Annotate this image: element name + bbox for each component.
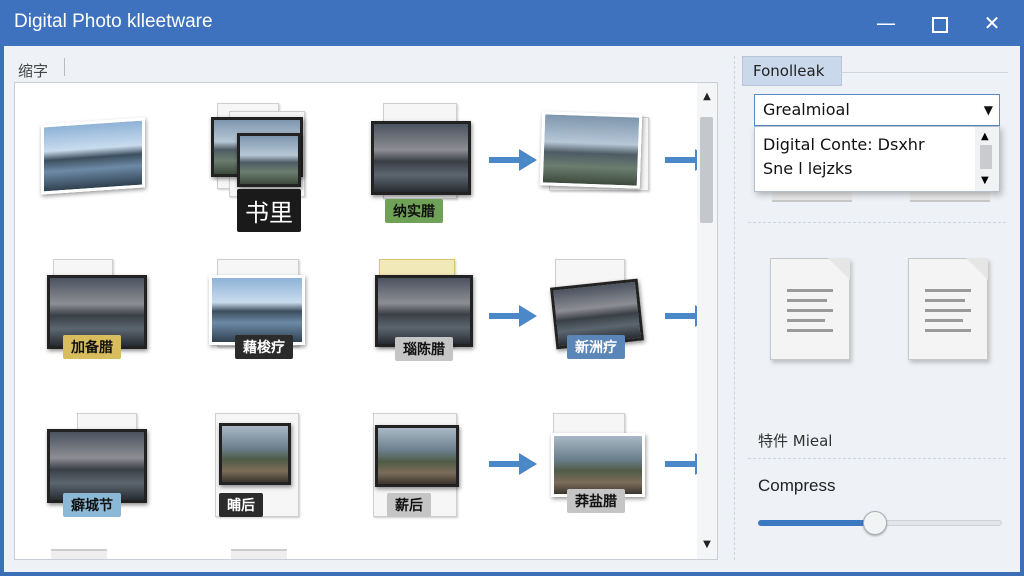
compress-slider-fill xyxy=(758,520,875,526)
photo-image xyxy=(237,133,301,187)
scroll-down-icon[interactable]: ▼ xyxy=(697,535,717,555)
photo-image xyxy=(539,111,643,189)
file-label: 纳实腊 xyxy=(385,199,443,223)
section-divider xyxy=(748,222,1006,223)
flow-arrow-icon xyxy=(489,305,539,327)
thumbnail-item[interactable]: 书里 xyxy=(207,103,311,232)
select-value: Grealmioal xyxy=(763,100,850,119)
main-window: 缩字 书里 纳实腊 加备腊 藉梭疗 瑙陈腊 新洲疗 癖城节 晡后 薪后 莽盐腊 … xyxy=(4,46,1020,572)
dropdown-option[interactable]: Digital Conte: Dsxhr xyxy=(763,135,925,154)
flow-arrow-icon xyxy=(489,453,539,475)
file-label: 藉梭疗 xyxy=(235,335,293,359)
thumbnail-item[interactable] xyxy=(539,111,649,211)
chevron-down-icon: ▼ xyxy=(983,103,993,117)
format-select[interactable]: Grealmioal ▼ xyxy=(754,94,1000,126)
path-separator xyxy=(64,58,65,76)
file-label: 莽盐腊 xyxy=(567,489,625,513)
tab-underline xyxy=(842,72,1008,73)
file-label: 加备腊 xyxy=(63,335,121,359)
window-title: Digital Photo klleetware xyxy=(14,11,213,32)
file-label: 新洲疗 xyxy=(567,335,625,359)
file-label: 晡后 xyxy=(219,493,263,517)
panel-divider xyxy=(734,56,735,560)
compress-label: Compress xyxy=(758,476,836,495)
thumbnail-item[interactable]: 癖城节 xyxy=(47,413,151,517)
thumbnail-item[interactable]: 瑙陈腊 xyxy=(375,259,479,361)
document-icon[interactable] xyxy=(770,258,850,360)
dropdown-option[interactable]: Sne l lejzks xyxy=(763,159,853,178)
scroll-up-icon[interactable]: ▲ xyxy=(981,131,989,142)
thumbnail-grid: 书里 纳实腊 加备腊 藉梭疗 瑙陈腊 新洲疗 癖城节 晡后 薪后 莽盐腊 ▲ ▼ xyxy=(14,82,718,560)
close-icon: ✕ xyxy=(983,11,1001,35)
maximize-icon xyxy=(932,16,948,33)
thumbnail-item[interactable]: 莽盐腊 xyxy=(549,413,653,513)
minimize-button[interactable]: — xyxy=(868,8,904,38)
grid-scrollbar[interactable]: ▲ ▼ xyxy=(697,83,717,559)
title-bar: Digital Photo klleetware — ✕ xyxy=(0,0,1024,46)
scroll-down-icon[interactable]: ▼ xyxy=(981,175,989,186)
flow-arrow-icon xyxy=(489,149,539,171)
file-label: 癖城节 xyxy=(63,493,121,517)
dropdown-scrollbar[interactable]: ▲ ▼ xyxy=(975,127,999,191)
file-label: 瑙陈腊 xyxy=(395,337,453,361)
section-label: 特件 Mieal xyxy=(758,432,833,450)
scroll-thumb[interactable] xyxy=(700,117,713,223)
photo-image xyxy=(371,121,471,195)
file-label: 书里 xyxy=(237,189,301,232)
thumbnail-item[interactable] xyxy=(37,111,145,209)
minimize-icon: — xyxy=(876,11,896,35)
thumbnail-item[interactable]: 加备腊 xyxy=(47,259,151,359)
compress-slider-thumb[interactable] xyxy=(863,511,887,535)
document-icon[interactable] xyxy=(908,258,988,360)
photo-image xyxy=(41,117,145,195)
thumbnail-item[interactable]: 纳实腊 xyxy=(371,103,475,223)
maximize-button[interactable] xyxy=(922,8,958,38)
scroll-thumb[interactable] xyxy=(980,145,992,169)
tab-fonolleak[interactable]: Fonolleak xyxy=(742,56,842,86)
close-button[interactable]: ✕ xyxy=(974,8,1010,38)
properties-panel: Fonolleak Grealmioal ▼ Digital Conte: Ds… xyxy=(734,56,1008,560)
section-divider xyxy=(748,458,1006,459)
photo-image xyxy=(47,429,147,503)
thumbnail-item-partial[interactable] xyxy=(51,549,107,559)
format-dropdown: Digital Conte: Dsxhr Sne l lejzks ▲ ▼ xyxy=(754,126,1000,192)
thumbnail-item[interactable]: 新洲疗 xyxy=(549,259,653,359)
path-label: 缩字 xyxy=(18,62,49,80)
thumbnail-item[interactable]: 藉梭疗 xyxy=(207,259,311,359)
file-label: 薪后 xyxy=(387,493,431,517)
scroll-up-icon[interactable]: ▲ xyxy=(697,87,717,107)
photo-image xyxy=(375,425,459,487)
thumbnail-item[interactable]: 晡后 xyxy=(213,413,317,517)
thumbnail-item-partial[interactable] xyxy=(231,549,287,559)
photo-image xyxy=(551,433,645,497)
thumbnail-item[interactable]: 薪后 xyxy=(371,413,475,517)
photo-image xyxy=(219,423,291,485)
